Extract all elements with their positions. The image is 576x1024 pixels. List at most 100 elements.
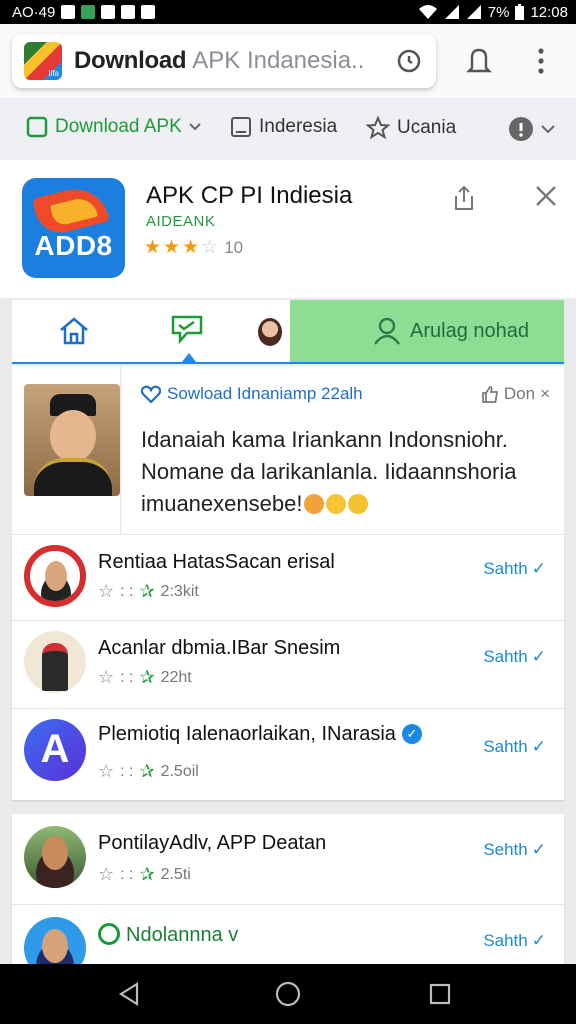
url-path: APK Indanesia.. bbox=[192, 47, 365, 74]
download-count: 22ht bbox=[160, 668, 192, 686]
thumbs-up-icon bbox=[482, 386, 498, 403]
status-bar: AO·49 7% 12:08 bbox=[0, 0, 576, 24]
avatar: A bbox=[24, 719, 86, 781]
post-heading[interactable]: Sowload Idnaniamp 22alh bbox=[141, 384, 363, 404]
clock: 12:08 bbox=[530, 3, 568, 21]
url-domain: Download bbox=[74, 47, 187, 74]
category-toolbar: Download APK Inderesia Ucania bbox=[0, 98, 576, 160]
dismiss-icon[interactable]: × bbox=[540, 384, 550, 404]
list-item-title: Acanlar dbmia.IBar Snesim bbox=[98, 637, 341, 659]
list-item-title-text: Plemiotiq Ialenaorlaikan, INarasia bbox=[98, 723, 396, 745]
tab-profile-action[interactable]: Arulag nohad bbox=[290, 300, 564, 362]
battery-percent: 7% bbox=[487, 3, 510, 21]
star-filled-icon: ★ bbox=[163, 237, 181, 258]
list-item[interactable]: PontilayAdlv, APP Deatan ☆ : : ✰ 2.5ti S… bbox=[12, 814, 564, 904]
app-header: ADD8 APK CP PI Indiesia AIDEANK ★ ★ ★ ☆ … bbox=[0, 160, 576, 298]
battery-icon bbox=[515, 4, 525, 20]
meta-separator: : : bbox=[120, 865, 134, 883]
search-icon[interactable] bbox=[396, 48, 422, 74]
home-circle-icon[interactable] bbox=[274, 980, 302, 1008]
browser-bar: Ilfa Download APK Indanesia.. bbox=[0, 24, 576, 98]
list-item-title: PontilayAdlv, APP Deatan bbox=[98, 832, 327, 854]
list-item-action[interactable]: Sahth ✓ bbox=[483, 559, 546, 579]
list-item[interactable]: Acanlar dbmia.IBar Snesim ☆ : : ✰ 22ht S… bbox=[12, 620, 564, 708]
green-star-icon: ✰ bbox=[139, 581, 155, 601]
avatar[interactable] bbox=[258, 318, 282, 346]
star-filled-icon: ★ bbox=[144, 237, 162, 258]
chevron-down-icon bbox=[189, 123, 201, 131]
chevron-down-icon bbox=[541, 125, 555, 134]
action-label: Sahth bbox=[483, 737, 528, 756]
active-tab-indicator bbox=[182, 353, 196, 362]
emoji-star-icon bbox=[326, 494, 347, 514]
action-label: Sehth bbox=[483, 840, 528, 859]
notifications-bell-icon[interactable] bbox=[464, 46, 494, 76]
emoji-face-icon bbox=[348, 494, 369, 514]
toolbar-ucania[interactable]: Ucania bbox=[366, 116, 456, 140]
app-list-2: PontilayAdlv, APP Deatan ☆ : : ✰ 2.5ti S… bbox=[12, 814, 564, 979]
whatsapp-icon bbox=[98, 923, 120, 945]
toolbar-item-label: Ucania bbox=[397, 117, 457, 138]
checkmark-icon: ✓ bbox=[531, 647, 546, 666]
share-icon[interactable] bbox=[450, 184, 478, 212]
close-icon[interactable] bbox=[534, 184, 558, 208]
verified-badge-icon: ✓ bbox=[401, 724, 422, 744]
toolbar-item-label: Download APK bbox=[55, 116, 182, 137]
star-outline-icon: ☆ bbox=[98, 761, 115, 781]
list-item-action[interactable]: Sahth ✓ bbox=[483, 737, 546, 757]
meta-separator: : : bbox=[120, 582, 134, 600]
back-icon[interactable] bbox=[118, 982, 140, 1006]
checkmark-icon: ✓ bbox=[531, 737, 546, 756]
address-bar[interactable]: Ilfa Download APK Indanesia.. bbox=[12, 34, 436, 88]
app-notification-icon bbox=[101, 5, 116, 19]
wifi-icon bbox=[418, 5, 437, 19]
avatar bbox=[24, 826, 86, 888]
post-line: Idanaiah kama Iriankann Indonsniohr. bbox=[141, 427, 508, 452]
rating-count: 10 bbox=[224, 237, 244, 257]
app-rating: ★ ★ ★ ☆ 10 bbox=[144, 236, 243, 259]
green-star-icon: ✰ bbox=[139, 864, 155, 884]
green-star-icon: ✰ bbox=[139, 761, 155, 781]
avatar bbox=[24, 545, 86, 607]
like-label: Don bbox=[503, 384, 536, 403]
toolbar-inderesia[interactable]: Inderesia bbox=[230, 116, 337, 138]
home-icon[interactable] bbox=[58, 316, 90, 346]
toolbar-download-apk[interactable]: Download APK bbox=[26, 116, 201, 138]
toolbar-account-menu[interactable] bbox=[508, 116, 555, 142]
status-left-text: AO·49 bbox=[12, 3, 56, 21]
list-item[interactable]: A Plemiotiq Ialenaorlaikan, INarasia ✓ ☆ … bbox=[12, 708, 564, 800]
heart-icon bbox=[141, 385, 161, 403]
settings-notification-icon bbox=[121, 5, 136, 19]
action-label: Sahth bbox=[483, 647, 528, 666]
signal-icon bbox=[444, 5, 459, 19]
post-heading-text: Sowload Idnaniamp 22alh bbox=[167, 384, 363, 403]
app-list: Rentiaa HatasSacan erisal ☆ : : ✰ 2:3kit… bbox=[12, 534, 564, 800]
list-item-meta: ☆ : : ✰ 2:3kit bbox=[98, 581, 199, 602]
list-item[interactable]: Ndolannna v Sahth ✓ bbox=[12, 904, 564, 979]
list-item-title: Rentiaa HatasSacan erisal bbox=[98, 551, 335, 573]
list-item-action[interactable]: Sehth ✓ bbox=[483, 840, 546, 860]
like-button[interactable]: Don × bbox=[481, 384, 550, 404]
app-title: APK CP PI Indiesia bbox=[146, 182, 353, 209]
more-options-icon[interactable] bbox=[534, 46, 548, 76]
list-item-action[interactable]: Sahth ✓ bbox=[483, 647, 546, 667]
account-icon bbox=[509, 117, 533, 141]
list-item[interactable]: Rentiaa HatasSacan erisal ☆ : : ✰ 2:3kit… bbox=[12, 534, 564, 620]
action-label: Sahth bbox=[483, 931, 528, 950]
download-count: 2.5ti bbox=[160, 865, 191, 883]
download-count: 2:3kit bbox=[160, 582, 199, 600]
system-nav-bar bbox=[0, 964, 576, 1024]
post-author-avatar[interactable] bbox=[24, 384, 120, 496]
star-outline-icon bbox=[366, 116, 390, 140]
book-icon bbox=[231, 117, 251, 137]
list-item-action[interactable]: Sahth ✓ bbox=[483, 931, 546, 951]
post-line: Nomane da larikanlanla. Iidaannshoria bbox=[141, 459, 517, 484]
chat-icon[interactable] bbox=[170, 314, 204, 346]
app-developer[interactable]: AIDEANK bbox=[146, 213, 215, 230]
favicon-text: Ilfa bbox=[48, 69, 59, 78]
recent-apps-icon[interactable] bbox=[428, 982, 452, 1006]
content-tabs: Arulag nohad bbox=[12, 300, 564, 364]
app-icon-text: ADD8 bbox=[34, 230, 113, 261]
download-count: 2.5oil bbox=[160, 762, 199, 780]
meta-separator: : : bbox=[120, 668, 134, 686]
